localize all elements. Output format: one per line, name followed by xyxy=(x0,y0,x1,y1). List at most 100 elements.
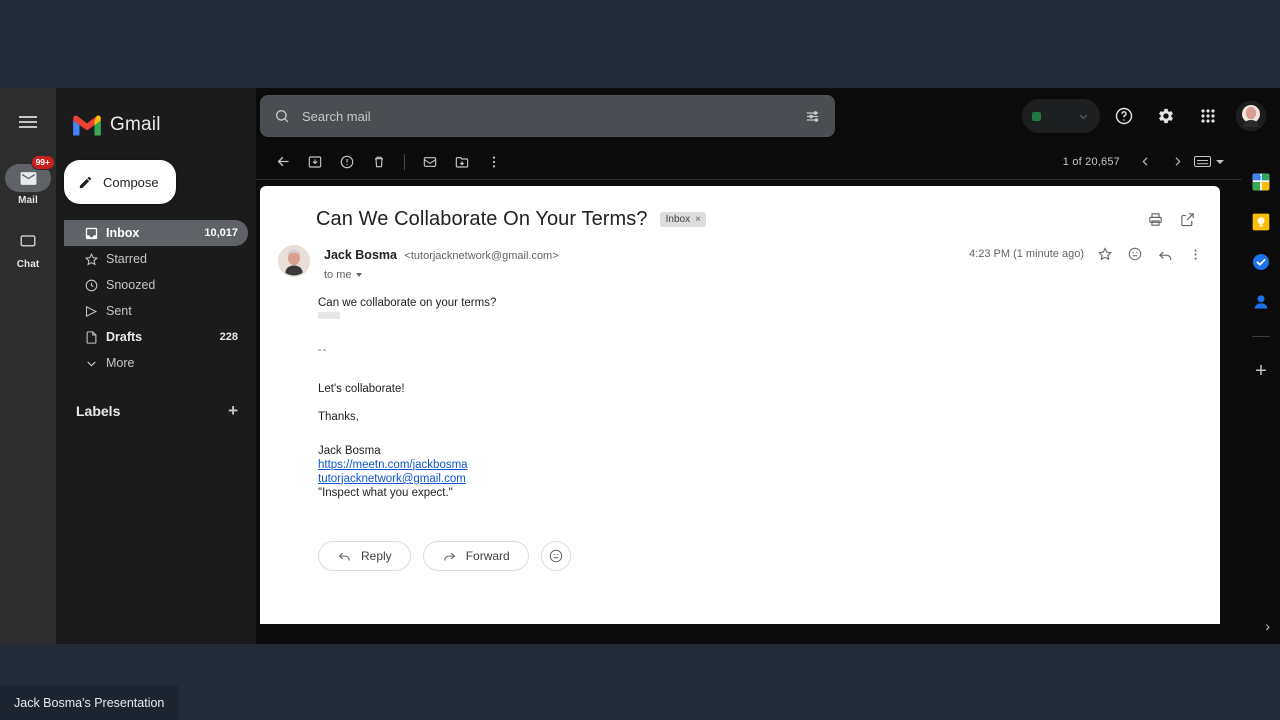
sidebar-item-drafts[interactable]: Drafts 228 xyxy=(64,324,248,350)
subject-row: Can We Collaborate On Your Terms? Inbox … xyxy=(260,186,1220,231)
rail-item-mail[interactable]: 99+ Mail xyxy=(0,155,56,206)
mark-unread-icon[interactable] xyxy=(415,147,445,177)
emoji-react-icon[interactable] xyxy=(1126,245,1144,263)
message-toolbar: 1 of 20,657 xyxy=(256,144,1242,180)
recipient-toggle[interactable]: to me xyxy=(324,269,559,281)
more-vertical-icon[interactable] xyxy=(1186,245,1204,263)
compose-button[interactable]: Compose xyxy=(64,160,176,204)
more-vertical-icon[interactable] xyxy=(479,147,509,177)
gear-icon[interactable] xyxy=(1148,98,1184,134)
search-placeholder: Search mail xyxy=(302,108,371,124)
forward-button[interactable]: Forward xyxy=(422,540,529,571)
message-timestamp: 4:23 PM (1 minute ago) xyxy=(969,248,1084,260)
left-nav: Gmail Compose Inbox 10,017 Starred Snooz… xyxy=(56,88,256,644)
inbox-count: 10,017 xyxy=(204,227,238,239)
labels-section: Labels + xyxy=(56,402,256,419)
report-spam-icon[interactable] xyxy=(332,147,362,177)
message-body: Can we collaborate on your terms? -- Let… xyxy=(260,281,1220,499)
page-title: Can We Collaborate On Your Terms? xyxy=(316,208,648,230)
google-tasks-icon[interactable] xyxy=(1251,252,1271,272)
signature-quote: "Inspect what you expect." xyxy=(318,486,453,499)
close-icon[interactable]: × xyxy=(695,214,701,225)
chat-icon xyxy=(5,228,51,256)
chevron-down-icon xyxy=(84,356,106,371)
status-pill[interactable] xyxy=(1022,99,1100,133)
sidebar-item-more[interactable]: More xyxy=(64,350,248,376)
open-in-new-icon[interactable] xyxy=(1176,209,1198,231)
arrow-back-icon[interactable] xyxy=(268,147,298,177)
reply-button[interactable]: Reply xyxy=(318,540,411,571)
emoji-react-icon xyxy=(549,549,562,563)
sidebar-item-starred[interactable]: Starred xyxy=(64,246,248,272)
subject-actions xyxy=(1144,209,1220,231)
pagination: 1 of 20,657 xyxy=(1063,147,1242,177)
apps-grid-icon[interactable] xyxy=(1190,98,1226,134)
reply-icon[interactable] xyxy=(1156,245,1174,263)
trash-icon[interactable] xyxy=(364,147,394,177)
toolbar-divider xyxy=(404,153,405,170)
sidebar-item-inbox[interactable]: Inbox 10,017 xyxy=(64,220,248,246)
google-keep-icon[interactable] xyxy=(1251,212,1271,232)
sender-info: Jack Bosma <tutorjacknetwork@gmail.com> … xyxy=(324,245,559,281)
google-calendar-icon[interactable]: 31 xyxy=(1251,172,1271,192)
label-chip-inbox[interactable]: Inbox × xyxy=(659,212,706,227)
inbox-icon xyxy=(84,226,106,241)
body-line-1: Can we collaborate on your terms? xyxy=(318,297,497,309)
sender-row: Jack Bosma <tutorjacknetwork@gmail.com> … xyxy=(260,231,1220,281)
reading-pane: 1 of 20,657 Can We Collaborate On Your T… xyxy=(256,144,1242,644)
sender-line: Jack Bosma <tutorjacknetwork@gmail.com> xyxy=(324,246,559,264)
add-addon-button[interactable]: + xyxy=(1255,361,1267,381)
body-spacer-2 xyxy=(318,357,1220,383)
taskbar-window-chip[interactable]: Jack Bosma's Presentation xyxy=(0,685,179,720)
google-contacts-icon[interactable] xyxy=(1251,292,1271,312)
sidebar-label-starred: Starred xyxy=(106,252,147,266)
chevron-down-icon xyxy=(355,273,362,277)
label-chip-text: Inbox xyxy=(665,214,691,225)
search-icon xyxy=(276,110,289,123)
sidebar-item-sent[interactable]: Sent xyxy=(64,298,248,324)
move-to-folder-icon[interactable] xyxy=(447,147,477,177)
chevron-right-icon[interactable] xyxy=(1162,147,1192,177)
message-counter: 1 of 20,657 xyxy=(1062,155,1120,168)
compose-label: Compose xyxy=(103,174,159,190)
gmail-logo-icon xyxy=(73,115,101,135)
help-circle-icon[interactable] xyxy=(1106,98,1142,134)
chevron-down-icon xyxy=(1079,114,1088,119)
rail-label-chat: Chat xyxy=(16,259,40,270)
star-icon xyxy=(84,252,106,267)
taskbar-window-title: Jack Bosma's Presentation xyxy=(14,695,165,710)
svg-text:31: 31 xyxy=(1258,176,1265,182)
screen-capture: 99+ Mail Chat Gmail Compose Inbox 10,017… xyxy=(0,0,1280,720)
account-avatar[interactable] xyxy=(1236,101,1266,131)
labels-heading: Labels xyxy=(76,402,121,419)
header-actions xyxy=(1022,88,1266,144)
expand-side-panel-button[interactable]: › xyxy=(1265,618,1270,634)
mail-unread-badge: 99+ xyxy=(30,155,55,170)
chevron-left-icon[interactable] xyxy=(1130,147,1160,177)
body-line-3: Thanks, xyxy=(318,410,359,423)
rail-item-chat[interactable]: Chat xyxy=(0,228,56,270)
search-input[interactable]: Search mail xyxy=(260,95,835,137)
add-label-button[interactable]: + xyxy=(228,402,238,419)
signature-email-link[interactable]: tutorjacknetwork@gmail.com xyxy=(318,473,466,485)
side-panel: 31 + › xyxy=(1242,144,1280,644)
archive-icon[interactable] xyxy=(300,147,330,177)
avatar[interactable] xyxy=(278,245,310,277)
signature-url-link[interactable]: https://meetn.com/jackbosma xyxy=(318,459,468,471)
hamburger-icon[interactable] xyxy=(8,102,48,142)
sidebar-label-inbox: Inbox xyxy=(106,226,140,240)
keyboard-icon[interactable] xyxy=(1194,147,1224,177)
message-card: Can We Collaborate On Your Terms? Inbox … xyxy=(260,186,1220,624)
message-meta: 4:23 PM (1 minute ago) xyxy=(969,245,1204,263)
tune-icon[interactable] xyxy=(804,108,821,125)
star-outline-icon[interactable] xyxy=(1096,245,1114,263)
folder-list: Inbox 10,017 Starred Snoozed Sent Drafts… xyxy=(56,220,256,376)
emoji-react-button[interactable] xyxy=(540,540,571,571)
clock-icon xyxy=(84,278,106,293)
drafts-count: 228 xyxy=(219,331,238,343)
sidebar-item-snoozed[interactable]: Snoozed xyxy=(64,272,248,298)
pencil-icon xyxy=(79,176,92,188)
side-panel-divider xyxy=(1252,336,1270,337)
print-icon[interactable] xyxy=(1144,209,1166,231)
